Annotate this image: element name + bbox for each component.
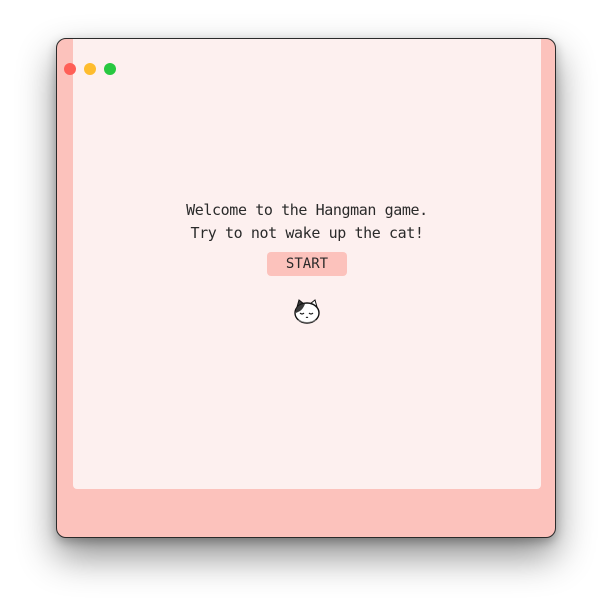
maximize-window-button[interactable] <box>104 63 116 75</box>
game-panel: Welcome to the Hangman game. Try to not … <box>73 39 541 489</box>
sleeping-cat-icon <box>294 299 320 324</box>
start-button[interactable]: START <box>267 252 347 276</box>
app-window: Welcome to the Hangman game. Try to not … <box>56 38 556 538</box>
welcome-line-2: Try to not wake up the cat! <box>190 224 424 242</box>
minimize-window-button[interactable] <box>84 63 96 75</box>
close-window-button[interactable] <box>64 63 76 75</box>
welcome-message: Welcome to the Hangman game. Try to not … <box>73 199 541 245</box>
window-controls <box>64 63 116 75</box>
welcome-line-1: Welcome to the Hangman game. <box>186 201 428 219</box>
